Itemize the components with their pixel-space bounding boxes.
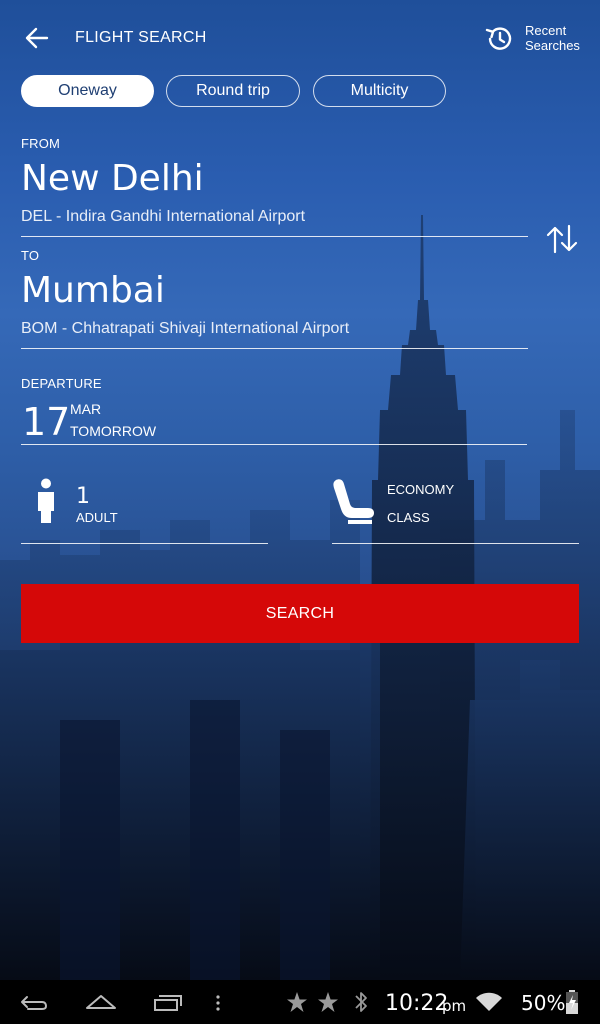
- tab-oneway[interactable]: Oneway: [21, 75, 154, 107]
- back-button[interactable]: [22, 24, 52, 52]
- departure-relative-day: TOMORROW: [70, 423, 157, 439]
- from-label: FROM: [21, 136, 61, 151]
- cabin-class-field[interactable]: ECONOMY CLASS: [332, 470, 579, 544]
- to-airport: BOM - Chhatrapati Shivaji International …: [21, 320, 350, 337]
- departure-month: MAR: [70, 401, 102, 417]
- arrow-left-icon: [25, 27, 49, 49]
- notification-star-icon: [287, 992, 307, 1012]
- system-bar: [0, 980, 600, 1024]
- status-ampm: pm: [442, 997, 467, 1015]
- departure-label: DEPARTURE: [21, 376, 102, 391]
- seat-icon: [333, 479, 374, 524]
- wifi-icon: [476, 992, 502, 1011]
- recent-searches-label: Recent Searches: [525, 23, 595, 53]
- to-label: TO: [21, 248, 40, 263]
- to-underline: [21, 348, 528, 349]
- battery-icon: [566, 990, 578, 1014]
- departure-day: 17: [22, 400, 71, 444]
- passenger-count: 1: [76, 484, 90, 509]
- swap-button[interactable]: [544, 222, 580, 256]
- status-time: 10:22: [385, 991, 449, 1016]
- passenger-type: ADULT: [76, 510, 118, 525]
- passengers-field[interactable]: 1 ADULT: [21, 470, 268, 544]
- tab-multicity[interactable]: Multicity: [313, 75, 446, 107]
- recent-label-line1: Recent: [525, 23, 567, 38]
- departure-underline: [21, 444, 527, 445]
- nav-home-icon[interactable]: [84, 980, 118, 1024]
- swap-vertical-icon: [546, 224, 578, 254]
- bluetooth-icon: [355, 992, 367, 1012]
- from-field[interactable]: FROM New Delhi DEL - Indira Gandhi Inter…: [0, 130, 540, 238]
- cabin-class-underline: [332, 543, 579, 544]
- tab-round-trip[interactable]: Round trip: [166, 75, 300, 107]
- battery-percentage: 50%: [521, 991, 566, 1015]
- nav-back-icon[interactable]: [18, 980, 50, 1024]
- to-field[interactable]: TO Mumbai BOM - Chhatrapati Shivaji Inte…: [0, 242, 540, 350]
- person-icon: [38, 478, 54, 523]
- from-airport: DEL - Indira Gandhi International Airpor…: [21, 208, 306, 225]
- from-underline: [21, 236, 528, 237]
- nav-menu-icon[interactable]: [212, 980, 224, 1024]
- passengers-underline: [21, 543, 268, 544]
- cabin-class-value: ECONOMY: [387, 482, 455, 497]
- to-city: Mumbai: [21, 270, 165, 311]
- recent-searches-button[interactable]: Recent Searches: [484, 22, 594, 56]
- notification-star-icon-2: [318, 992, 338, 1012]
- search-button[interactable]: SEARCH: [21, 584, 579, 643]
- recent-label-line2: Searches: [525, 38, 580, 53]
- history-icon: [485, 27, 512, 50]
- page-title: FLIGHT SEARCH: [75, 29, 207, 46]
- cabin-class-label: CLASS: [387, 510, 430, 525]
- from-city: New Delhi: [21, 158, 204, 199]
- nav-recents-icon[interactable]: [152, 980, 184, 1024]
